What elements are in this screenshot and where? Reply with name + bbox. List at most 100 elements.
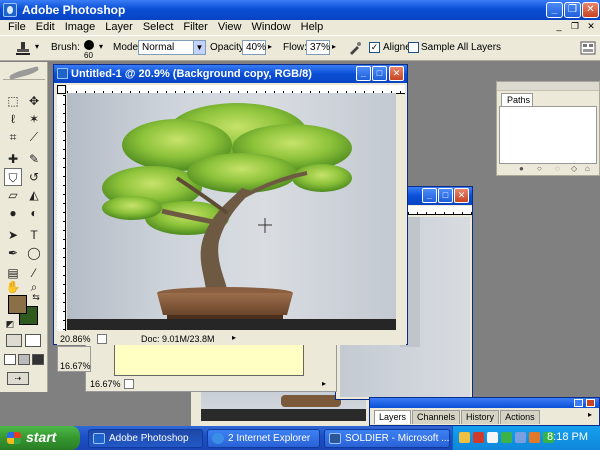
default-colors-icon[interactable]: ◩ [4, 318, 16, 330]
quick-mask-mode-icon[interactable] [25, 334, 41, 347]
menu-filter[interactable]: Filter [178, 20, 212, 33]
load-selection-icon[interactable]: ◌ [555, 164, 560, 173]
eraser-icon[interactable]: ▱ [4, 186, 22, 204]
restore-button[interactable]: ❐ [564, 2, 581, 18]
tray-antivirus-icon[interactable] [473, 432, 484, 443]
tab-history[interactable]: History [461, 410, 500, 424]
tray-update-icon[interactable] [529, 432, 540, 443]
paint-bucket-icon[interactable]: ◭ [25, 186, 43, 204]
doc-main-minimize-button[interactable]: _ [356, 66, 371, 81]
doc-close-button[interactable]: ✕ [584, 21, 598, 33]
taskbar-item-internet-explorer[interactable]: 2 Internet Explorer [207, 429, 320, 448]
history-brush-icon[interactable]: ↺ [25, 168, 43, 186]
screen-mode-standard-icon[interactable] [4, 354, 16, 365]
doc-main-titlebar[interactable]: Untitled-1 @ 20.9% (Background copy, RGB… [54, 65, 407, 83]
doc-main-close-button[interactable]: ✕ [389, 66, 404, 81]
doc-second-close-button[interactable]: ✕ [454, 188, 469, 203]
menu-edit[interactable]: Edit [31, 20, 60, 33]
screen-mode-full-icon[interactable] [32, 354, 44, 365]
layers-panel[interactable]: Layers Channels History Actions ▸ [369, 397, 600, 426]
doc-second-minimize-button[interactable]: _ [422, 188, 437, 203]
tray-volume-icon[interactable] [487, 432, 498, 443]
start-button[interactable]: start [0, 426, 80, 450]
brush-preview-icon[interactable] [84, 40, 94, 50]
healing-brush-icon[interactable]: ✚ [4, 150, 22, 168]
airbrush-icon[interactable] [348, 41, 362, 55]
menu-view[interactable]: View [213, 20, 247, 33]
doc-fourth-status-button[interactable] [124, 379, 134, 389]
tray-network-icon[interactable] [501, 432, 512, 443]
dodge-icon[interactable]: ◐ [25, 204, 43, 222]
flow-slider-arrow[interactable]: ▸ [332, 42, 336, 51]
mode-dropdown-arrow[interactable]: ▼ [193, 40, 206, 55]
clone-stamp-icon[interactable]: ⛉ [4, 168, 22, 186]
ruler-origin[interactable] [57, 85, 66, 94]
layers-panel-close-button[interactable] [586, 399, 595, 407]
menu-layer[interactable]: Layer [100, 20, 138, 33]
crop-icon[interactable]: ⌗ [4, 128, 22, 146]
layers-panel-menu-arrow[interactable]: ▸ [588, 410, 592, 419]
menu-help[interactable]: Help [296, 20, 329, 33]
menu-window[interactable]: Window [247, 20, 296, 33]
new-path-icon[interactable]: ◇ [571, 164, 577, 173]
magic-wand-icon[interactable]: ✶ [25, 110, 43, 128]
taskbar-item-photoshop[interactable]: Adobe Photoshop [88, 429, 203, 448]
tab-paths[interactable]: Paths [501, 93, 533, 106]
doc-window-fifth[interactable]: 16.67% [57, 346, 91, 372]
brush-picker-arrow[interactable]: ▾ [99, 42, 103, 51]
tab-channels[interactable]: Channels [412, 410, 461, 424]
sample-all-layers-checkbox[interactable] [408, 42, 419, 53]
move-icon[interactable]: ✥ [25, 92, 43, 110]
delete-path-icon[interactable]: ⌂ [585, 164, 590, 173]
doc-restore-button[interactable]: ❐ [568, 21, 582, 33]
hand-icon[interactable]: ✋ [4, 278, 22, 296]
shape-icon[interactable]: ◯ [25, 244, 43, 262]
doc-fourth-scroll-arrow[interactable]: ▸ [322, 379, 332, 389]
close-button[interactable]: ✕ [582, 2, 599, 18]
jump-to-imageready-icon[interactable]: ⇢ [7, 372, 29, 385]
tab-actions[interactable]: Actions [500, 410, 540, 424]
doc-main-status-arrow[interactable]: ▸ [232, 333, 236, 342]
doc-main-canvas[interactable] [67, 93, 396, 330]
flow-input[interactable]: 37% [306, 40, 330, 55]
layers-panel-titlebar[interactable] [370, 398, 599, 408]
palette-well-icon[interactable] [580, 40, 596, 56]
doc-main-maximize-button[interactable]: □ [372, 66, 387, 81]
fill-path-icon[interactable]: ● [519, 164, 524, 173]
brush-icon[interactable]: ✎ [25, 150, 43, 168]
screen-mode-full-menu-icon[interactable] [18, 354, 30, 365]
menu-file[interactable]: File [3, 20, 31, 33]
tray-messenger-icon[interactable] [515, 432, 526, 443]
opacity-slider-arrow[interactable]: ▸ [268, 42, 272, 51]
doc-second-maximize-button[interactable]: □ [438, 188, 453, 203]
swap-colors-icon[interactable]: ⇆ [30, 291, 42, 303]
opacity-input[interactable]: 40% [242, 40, 266, 55]
type-icon[interactable]: T [25, 226, 43, 244]
foreground-color-swatch[interactable] [8, 295, 27, 314]
doc-main-status-button[interactable] [97, 334, 107, 344]
layers-panel-minimize-button[interactable] [574, 399, 583, 407]
marquee-icon[interactable]: ⬚ [4, 92, 22, 110]
tab-layers[interactable]: Layers [374, 410, 412, 424]
lasso-icon[interactable]: ℓ [4, 110, 22, 128]
menu-select[interactable]: Select [138, 20, 179, 33]
blur-icon[interactable]: ● [4, 204, 22, 222]
paths-panel[interactable]: Paths ● ○ ◌ ◇ ⌂ [496, 81, 600, 176]
tray-folder-icon[interactable] [459, 432, 470, 443]
taskbar-item-word[interactable]: SOLDIER - Microsoft ... [324, 429, 450, 448]
menu-image[interactable]: Image [60, 20, 101, 33]
slice-icon[interactable]: ⟋ [25, 128, 43, 146]
paths-panel-header[interactable] [497, 82, 599, 91]
standard-mode-icon[interactable] [6, 334, 22, 347]
tool-preset-arrow[interactable]: ▾ [35, 42, 39, 51]
stroke-path-icon[interactable]: ○ [537, 164, 542, 173]
path-selection-icon[interactable]: ➤ [4, 226, 22, 244]
clone-stamp-tool-icon[interactable] [14, 40, 32, 58]
paths-list[interactable] [499, 106, 597, 164]
mode-select[interactable]: Normal [138, 40, 194, 55]
aligned-checkbox[interactable]: ✓ [369, 42, 380, 53]
minimize-button[interactable]: _ [546, 2, 563, 18]
app-title-bar[interactable]: Adobe Photoshop _ ❐ ✕ [0, 0, 600, 20]
doc-minimize-button[interactable]: _ [552, 21, 566, 33]
pen-icon[interactable]: ✒ [4, 244, 22, 262]
